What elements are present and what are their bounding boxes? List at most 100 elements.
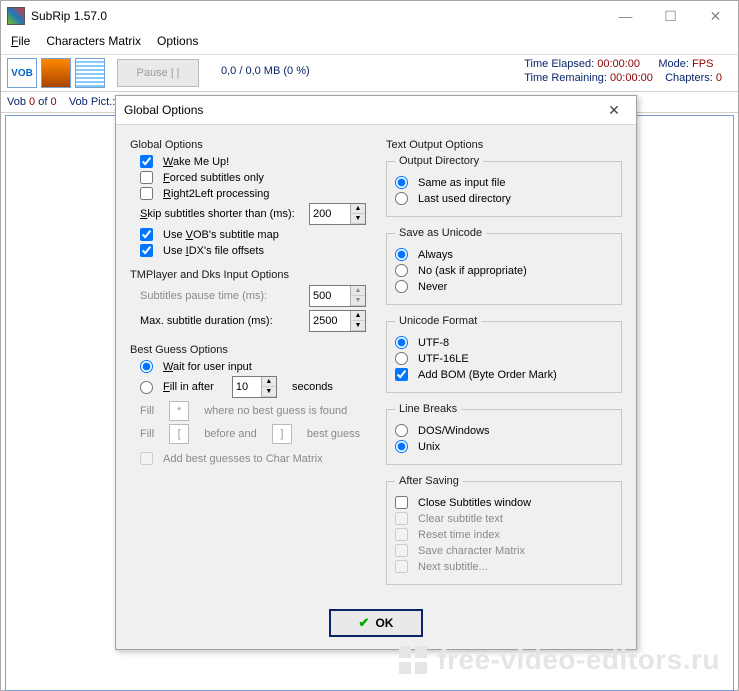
toolbar-icon-2[interactable] bbox=[41, 58, 71, 88]
fill-spinner[interactable]: ▲▼ bbox=[232, 376, 277, 398]
menu-characters-matrix[interactable]: Characters Matrix bbox=[46, 34, 141, 48]
use-idx-label: Use IDX's file offsets bbox=[163, 245, 264, 257]
fill2-mid: before and bbox=[204, 428, 257, 440]
dialog-titlebar: Global Options ✕ bbox=[116, 96, 636, 125]
next-sub-label: Next subtitle... bbox=[418, 561, 488, 573]
use-vob-map-checkbox[interactable] bbox=[140, 228, 153, 241]
bom-checkbox[interactable] bbox=[395, 368, 408, 381]
same-input-radio[interactable] bbox=[395, 176, 408, 189]
toolbar-status: Time Elapsed: 00:00:00 Mode: FPS Time Re… bbox=[524, 57, 722, 85]
vob-label: Vob bbox=[7, 96, 26, 108]
use-vob-map-label: Use VOB's subtitle map bbox=[163, 229, 279, 241]
never-radio[interactable] bbox=[395, 280, 408, 293]
close-win-checkbox[interactable] bbox=[395, 496, 408, 509]
fill2-text: best guess bbox=[307, 428, 360, 440]
pause-button[interactable]: Pause | | bbox=[117, 59, 199, 87]
spin-down-icon[interactable]: ▼ bbox=[351, 214, 365, 224]
pause-input[interactable] bbox=[310, 286, 350, 306]
time-remaining-label: Time Remaining: bbox=[524, 72, 607, 84]
noask-radio[interactable] bbox=[395, 264, 408, 277]
line-breaks-legend: Line Breaks bbox=[395, 403, 461, 415]
spin-down-icon[interactable]: ▼ bbox=[351, 296, 365, 306]
time-remaining-value: 00:00:00 bbox=[610, 72, 653, 84]
global-options-dialog: Global Options ✕ Global Options Wake Me … bbox=[115, 95, 637, 650]
use-idx-checkbox[interactable] bbox=[140, 244, 153, 257]
save-matrix-label: Save character Matrix bbox=[418, 545, 525, 557]
spin-down-icon[interactable]: ▼ bbox=[351, 321, 365, 331]
rtl-checkbox[interactable] bbox=[140, 187, 153, 200]
dialog-close-icon[interactable]: ✕ bbox=[600, 102, 628, 119]
wait-radio[interactable] bbox=[140, 360, 153, 373]
maxdur-spinner[interactable]: ▲▼ bbox=[309, 310, 366, 332]
addbg-label: Add best guesses to Char Matrix bbox=[163, 453, 323, 465]
fill1-label: Fill bbox=[140, 405, 154, 417]
titlebar: SubRip 1.57.0 — ☐ ✕ bbox=[1, 1, 738, 31]
skip-input[interactable] bbox=[310, 204, 350, 224]
pause-spinner[interactable]: ▲▼ bbox=[309, 285, 366, 307]
unix-radio[interactable] bbox=[395, 440, 408, 453]
unicode-format-group: Unicode Format UTF-8 UTF-16LE Add BOM (B… bbox=[386, 315, 622, 393]
vob-total: 0 bbox=[50, 96, 56, 108]
chapters-value: 0 bbox=[716, 72, 722, 84]
next-sub-checkbox bbox=[395, 560, 408, 573]
maxdur-label: Max. subtitle duration (ms): bbox=[140, 315, 273, 327]
after-saving-legend: After Saving bbox=[395, 475, 463, 487]
bg-group-title: Best Guess Options bbox=[130, 344, 366, 356]
line-breaks-group: Line Breaks DOS/Windows Unix bbox=[386, 403, 622, 465]
skip-spinner[interactable]: ▲▼ bbox=[309, 203, 366, 225]
ok-button[interactable]: ✔ OK bbox=[329, 609, 423, 637]
forced-label: Forced subtitles only bbox=[163, 172, 264, 184]
fill-label: Fill in after bbox=[163, 381, 214, 393]
fill2-box2[interactable]: ] bbox=[272, 424, 292, 444]
wake-checkbox[interactable] bbox=[140, 155, 153, 168]
always-radio[interactable] bbox=[395, 248, 408, 261]
output-directory-group: Output Directory Same as input file Last… bbox=[386, 155, 622, 217]
clear-text-label: Clear subtitle text bbox=[418, 513, 503, 525]
unicode-format-legend: Unicode Format bbox=[395, 315, 481, 327]
window-buttons: — ☐ ✕ bbox=[603, 1, 738, 31]
mode-label: Mode: bbox=[658, 58, 689, 70]
reset-idx-label: Reset time index bbox=[418, 529, 500, 541]
spin-up-icon[interactable]: ▲ bbox=[351, 286, 365, 296]
maxdur-input[interactable] bbox=[310, 311, 350, 331]
forced-checkbox[interactable] bbox=[140, 171, 153, 184]
global-options-group-title: Global Options bbox=[130, 139, 366, 151]
fill1-box[interactable]: * bbox=[169, 401, 189, 421]
menubar: File Characters Matrix Options bbox=[1, 31, 738, 55]
fill-radio[interactable] bbox=[140, 381, 153, 394]
fill2-box1[interactable]: [ bbox=[169, 424, 189, 444]
utf16-radio[interactable] bbox=[395, 352, 408, 365]
chapters-label: Chapters: bbox=[665, 72, 713, 84]
minimize-button[interactable]: — bbox=[603, 1, 648, 31]
clear-text-checkbox bbox=[395, 512, 408, 525]
spin-up-icon[interactable]: ▲ bbox=[262, 377, 276, 387]
utf16-label: UTF-16LE bbox=[418, 353, 469, 365]
left-column: Global Options Wake Me Up! Forced subtit… bbox=[130, 135, 366, 595]
watermark-icon bbox=[399, 646, 427, 674]
close-button[interactable]: ✕ bbox=[693, 1, 738, 31]
toolbar: VOB Pause | | 0,0 / 0,0 MB (0 %) Time El… bbox=[1, 55, 738, 92]
spin-up-icon[interactable]: ▲ bbox=[351, 204, 365, 214]
dialog-title: Global Options bbox=[124, 103, 203, 117]
menu-file[interactable]: File bbox=[11, 34, 30, 48]
spin-up-icon[interactable]: ▲ bbox=[351, 311, 365, 321]
fill2-label: Fill bbox=[140, 428, 154, 440]
toolbar-icon-3[interactable] bbox=[75, 58, 105, 88]
fill-input[interactable] bbox=[233, 377, 261, 397]
mb-progress: 0,0 / 0,0 MB (0 %) bbox=[221, 65, 310, 77]
last-used-radio[interactable] bbox=[395, 192, 408, 205]
spin-down-icon[interactable]: ▼ bbox=[262, 387, 276, 397]
doswin-radio[interactable] bbox=[395, 424, 408, 437]
same-input-label: Same as input file bbox=[418, 177, 505, 189]
vob-icon[interactable]: VOB bbox=[7, 58, 37, 88]
tm-group-title: TMPlayer and Dks Input Options bbox=[130, 269, 366, 281]
unix-label: Unix bbox=[418, 441, 440, 453]
maximize-button[interactable]: ☐ bbox=[648, 1, 693, 31]
menu-options[interactable]: Options bbox=[157, 34, 198, 48]
wake-label: Wake Me Up! bbox=[163, 156, 229, 168]
app-title: SubRip 1.57.0 bbox=[31, 9, 107, 23]
last-used-label: Last used directory bbox=[418, 193, 511, 205]
utf8-radio[interactable] bbox=[395, 336, 408, 349]
output-directory-legend: Output Directory bbox=[395, 155, 483, 167]
main-window: SubRip 1.57.0 — ☐ ✕ File Characters Matr… bbox=[0, 0, 739, 691]
